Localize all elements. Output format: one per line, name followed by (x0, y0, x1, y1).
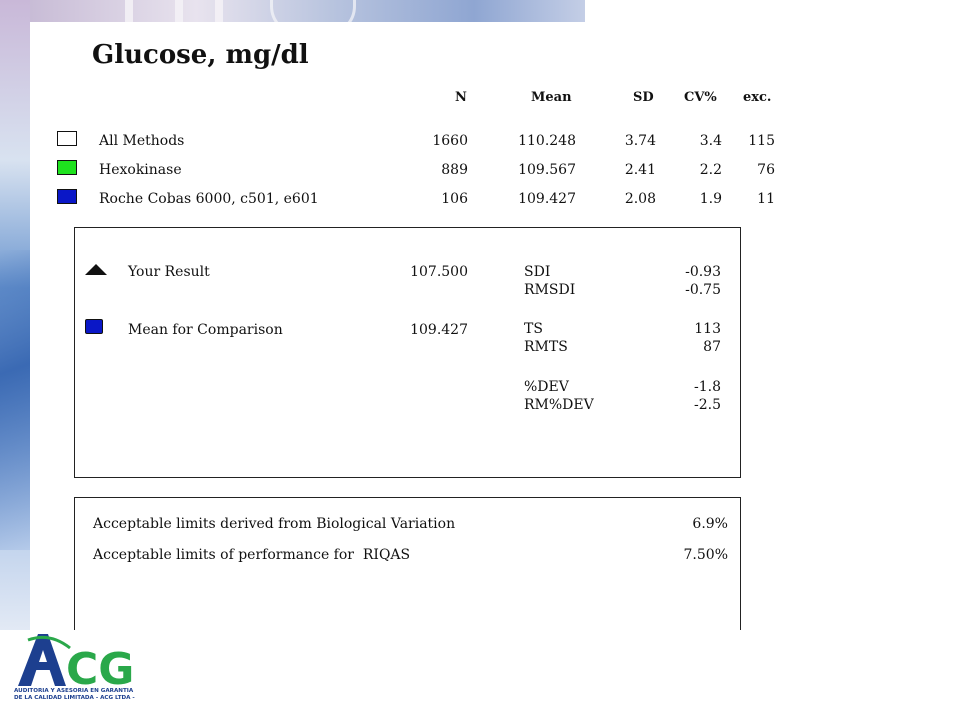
logo-tagline-line-2: DE LA CALIDAD LIMITADA - ACG LTDA - (14, 695, 135, 701)
stat-value-rmsdi: -0.75 (685, 282, 721, 298)
comparison-value: 109.427 (410, 322, 468, 338)
comparison-label: Mean for Comparison (128, 322, 283, 338)
method-mean: 110.248 (518, 133, 576, 149)
column-header-sd: SD (633, 90, 654, 105)
logo-tagline: AUDITORIA Y ASESORIA EN GARANTIA DE LA C… (14, 688, 174, 702)
background-bar (125, 0, 133, 24)
method-cv: 1.9 (699, 191, 722, 207)
stat-label-sdi: SDI (524, 264, 551, 280)
stat-value-rmts: 87 (703, 339, 721, 355)
method-sd: 3.74 (624, 133, 656, 149)
method-n: 889 (441, 162, 468, 178)
stat-value-sdi: -0.93 (685, 264, 721, 280)
method-cv: 2.2 (699, 162, 722, 178)
white-swatch-icon (57, 131, 77, 146)
method-label: Hexokinase (99, 162, 182, 178)
method-mean: 109.567 (518, 162, 576, 178)
riqas-limit-label: Acceptable limits of performance for RIQ… (93, 547, 411, 563)
method-label: All Methods (99, 133, 185, 149)
method-label: Roche Cobas 6000, c501, e601 (99, 191, 319, 207)
column-header-n: N (455, 90, 467, 105)
stat-value-pct-dev: -1.8 (694, 379, 721, 395)
riqas-limit-value: 7.50% (683, 547, 728, 563)
blue-swatch-icon (57, 189, 77, 204)
stat-label-rmts: RMTS (524, 339, 568, 355)
background-bar (175, 0, 183, 24)
biological-limit-label: Acceptable limits derived from Biologica… (93, 516, 456, 532)
method-sd: 2.41 (624, 162, 656, 178)
stat-label-pct-dev: %DEV (524, 379, 569, 395)
method-n: 1660 (432, 133, 468, 149)
method-exc: 11 (757, 191, 775, 207)
stat-label-ts: TS (524, 321, 543, 337)
method-n: 106 (441, 191, 468, 207)
method-mean: 109.427 (518, 191, 576, 207)
method-exc: 115 (748, 133, 775, 149)
method-exc: 76 (757, 162, 775, 178)
report-title: Glucose, mg/dl (92, 40, 309, 70)
stat-value-ts: 113 (694, 321, 721, 337)
green-swatch-icon (57, 160, 77, 175)
acg-logo: CG (18, 634, 134, 695)
background-bar (215, 0, 223, 24)
stat-label-rmsdi: RMSDI (524, 282, 576, 298)
logo-tagline-line-1: AUDITORIA Y ASESORIA EN GARANTIA (14, 688, 134, 694)
method-sd: 2.08 (624, 191, 656, 207)
triangle-marker-icon (85, 264, 107, 275)
biological-limit-value: 6.9% (692, 516, 728, 532)
column-header-mean: Mean (531, 90, 572, 105)
background-top-band (30, 0, 585, 36)
column-header-cv: CV% (684, 90, 717, 105)
logo-a-bar (28, 662, 56, 670)
blue-square-marker-icon (85, 319, 103, 334)
stat-label-rm-pct-dev: RM%DEV (524, 397, 594, 413)
your-result-value: 107.500 (410, 264, 468, 280)
stat-value-rm-pct-dev: -2.5 (694, 397, 721, 413)
background-left-band (0, 0, 30, 640)
background-streak (0, 250, 30, 550)
your-result-label: Your Result (128, 264, 210, 280)
column-header-exc: exc. (743, 90, 772, 105)
method-cv: 3.4 (699, 133, 722, 149)
